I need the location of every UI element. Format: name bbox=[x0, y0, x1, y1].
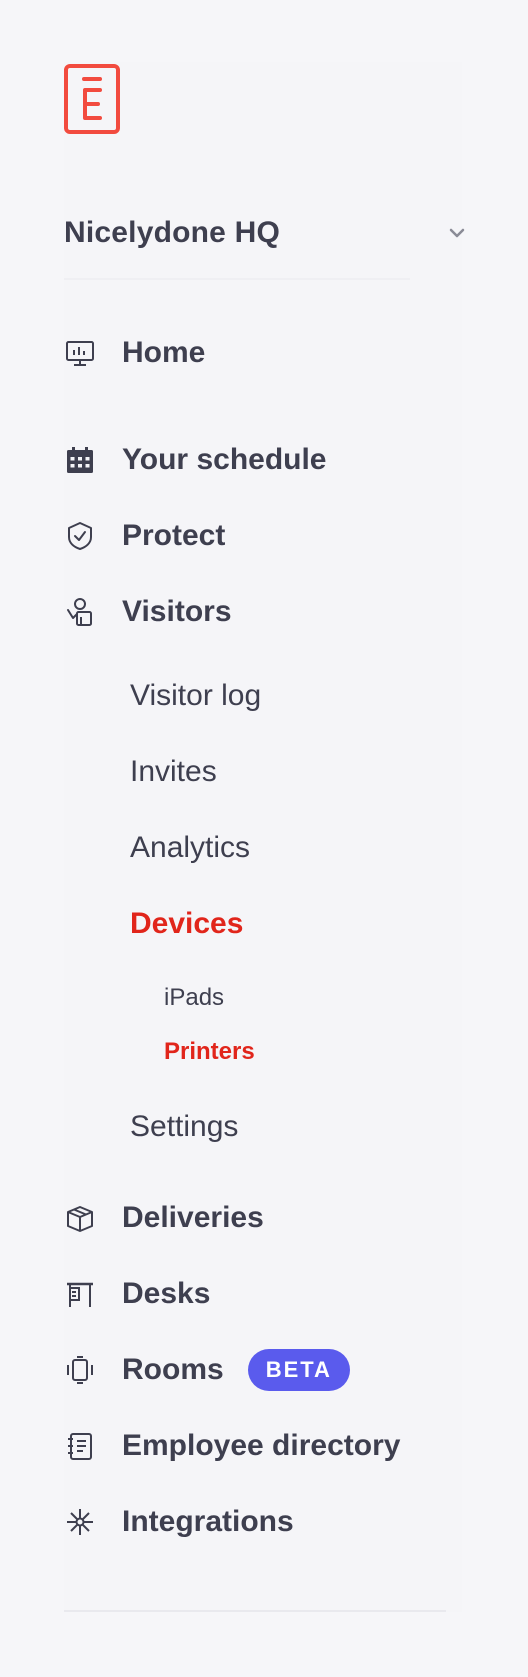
nav-item-your-schedule[interactable]: Your schedule bbox=[64, 438, 327, 482]
envoy-logo-icon[interactable] bbox=[64, 64, 120, 134]
nav-item-integrations[interactable]: Integrations bbox=[64, 1500, 294, 1544]
nav-item-deliveries[interactable]: Deliveries bbox=[64, 1196, 264, 1240]
directory-icon bbox=[64, 1430, 96, 1462]
nav-item-home[interactable]: Home bbox=[64, 331, 205, 375]
room-device-icon bbox=[64, 1354, 96, 1386]
nav-label-your-schedule: Your schedule bbox=[122, 443, 327, 476]
monitor-chart-icon bbox=[64, 337, 96, 369]
visitor-icon bbox=[64, 596, 96, 628]
nav-label-home: Home bbox=[122, 336, 206, 369]
subnav-invites[interactable]: Invites bbox=[130, 752, 217, 792]
chevron-down-icon bbox=[449, 228, 465, 238]
nav-label-protect: Protect bbox=[122, 519, 226, 552]
integrations-icon bbox=[64, 1506, 96, 1538]
sidebar-bottom-divider bbox=[64, 1610, 446, 1612]
nav-item-protect[interactable]: Protect bbox=[64, 514, 225, 558]
nav-item-rooms[interactable]: Rooms BETA bbox=[64, 1348, 350, 1392]
subnav-analytics[interactable]: Analytics bbox=[130, 828, 250, 868]
shield-check-icon bbox=[64, 520, 96, 552]
calendar-icon bbox=[64, 444, 96, 476]
nav-item-employee-directory[interactable]: Employee directory bbox=[64, 1424, 400, 1468]
location-divider bbox=[64, 278, 410, 280]
subnav-visitor-log[interactable]: Visitor log bbox=[130, 676, 261, 716]
nav-label-rooms: Rooms bbox=[122, 1353, 224, 1386]
subnav-settings[interactable]: Settings bbox=[130, 1107, 238, 1147]
subnav-devices[interactable]: Devices bbox=[130, 904, 243, 944]
location-name: Nicelydone HQ bbox=[64, 216, 280, 249]
subnav-ipads[interactable]: iPads bbox=[164, 982, 224, 1014]
nav-item-desks[interactable]: Desks bbox=[64, 1272, 210, 1316]
nav-item-visitors[interactable]: Visitors bbox=[64, 590, 232, 634]
nav-label-deliveries: Deliveries bbox=[122, 1201, 264, 1234]
package-icon bbox=[64, 1202, 96, 1234]
nav-label-employee-directory: Employee directory bbox=[122, 1429, 401, 1462]
nav-label-integrations: Integrations bbox=[122, 1505, 294, 1538]
nav-label-desks: Desks bbox=[122, 1277, 211, 1310]
nav-label-visitors: Visitors bbox=[122, 595, 232, 628]
desk-icon bbox=[64, 1278, 96, 1310]
beta-badge: BETA bbox=[247, 1349, 350, 1391]
location-switcher[interactable]: Nicelydone HQ bbox=[64, 208, 474, 258]
subnav-printers[interactable]: Printers bbox=[164, 1036, 255, 1068]
